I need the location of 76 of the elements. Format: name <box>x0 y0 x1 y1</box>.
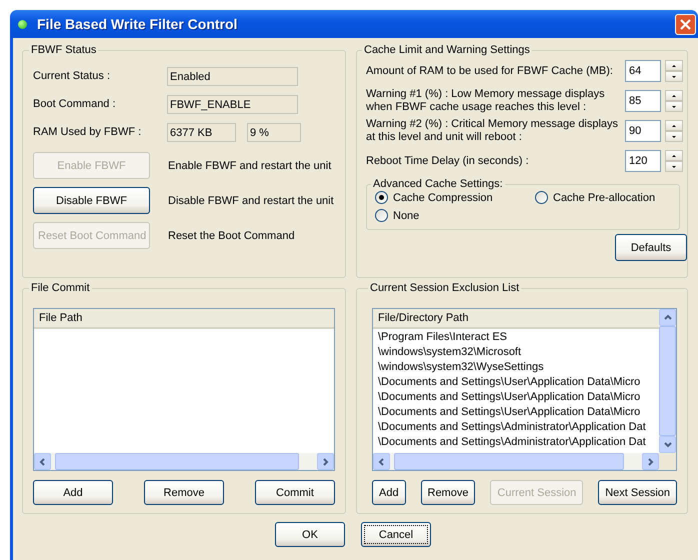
setting-label: Reboot Time Delay (in seconds) : <box>366 154 530 168</box>
radio-label: None <box>393 210 420 222</box>
scroll-up-button[interactable] <box>659 309 676 326</box>
number-field[interactable]: 85 <box>625 90 661 112</box>
button-description: Reset the Boot Command <box>168 230 295 242</box>
list-item[interactable]: \windows\system32\WyseSettings <box>373 360 659 375</box>
list-item[interactable]: \Documents and Settings\User\Application Data\Micro <box>373 375 659 390</box>
button[interactable]: OK <box>275 522 345 547</box>
setting-label: Amount of RAM to be used for FBWF Cache (MB): <box>366 64 614 78</box>
group-title: Current Session Exclusion List <box>369 282 520 294</box>
scroll-right-button[interactable] <box>317 453 334 470</box>
spin-down-button[interactable] <box>665 71 683 82</box>
button[interactable]: Disable FBWF <box>33 187 150 214</box>
spin-down-button[interactable] <box>665 101 683 112</box>
spin-up-button[interactable] <box>665 60 683 71</box>
group-title: Cache Limit and Warning Settings <box>363 44 531 56</box>
column-header[interactable]: File Path <box>34 309 334 329</box>
scrollbar-thumb[interactable] <box>659 326 676 436</box>
list-item[interactable]: \windows\system32\Microsoft <box>373 345 659 360</box>
number-field[interactable]: 90 <box>625 120 661 142</box>
button[interactable]: Commit <box>255 480 335 505</box>
close-icon <box>680 18 691 30</box>
radio-label: Cache Compression <box>393 192 493 204</box>
radio-button[interactable] <box>375 209 388 222</box>
list-item[interactable]: \Documents and Settings\Administrator\Application Dat <box>373 420 659 435</box>
button-description: Enable FBWF and restart the unit <box>168 160 332 172</box>
read-only-field: FBWF_ENABLE <box>167 94 298 114</box>
button-description: Disable FBWF and restart the unit <box>168 194 334 206</box>
list-item[interactable]: \Program Files\Interact ES <box>373 330 659 345</box>
list-view[interactable] <box>372 308 677 471</box>
read-only-field: 9 % <box>247 122 301 142</box>
radio-button[interactable] <box>535 191 548 204</box>
read-only-field: 6377 KB <box>167 122 236 142</box>
read-only-field: Enabled <box>167 66 298 86</box>
number-field[interactable]: 64 <box>625 60 661 82</box>
scrollbar-thumb[interactable] <box>394 453 624 470</box>
button[interactable]: Remove <box>420 480 476 505</box>
column-header[interactable]: File/Directory Path <box>373 309 659 329</box>
setting-label: Warning #1 (%) : Low Memory message displays when FBWF cache usage reaches this level : <box>366 88 606 114</box>
setting-label: Warning #2 (%) : Critical Memory message displays at this level and unit will reboot : <box>366 118 620 144</box>
field-label: Boot Command : <box>33 98 117 110</box>
scrollbar-thumb[interactable] <box>55 453 299 470</box>
scrollbar-corner <box>659 453 676 470</box>
button[interactable]: Defaults <box>615 234 687 261</box>
scroll-left-button[interactable] <box>373 453 390 470</box>
list-item[interactable]: \Documents and Settings\User\Application Data\Micro <box>373 405 659 420</box>
window-title: File Based Write Filter Control <box>37 16 238 32</box>
button[interactable]: Remove <box>144 480 224 505</box>
list-item[interactable]: \Documents and Settings\Administrator\Application Dat <box>373 435 659 450</box>
spin-up-button[interactable] <box>665 120 683 131</box>
group-title: FBWF Status <box>30 44 98 56</box>
button[interactable]: Cancel <box>361 522 431 547</box>
close-button[interactable] <box>675 14 696 34</box>
radio-button[interactable] <box>375 191 388 204</box>
group-title: File Commit <box>30 282 91 294</box>
horizontal-scrollbar[interactable] <box>34 453 334 470</box>
field-label: RAM Used by FBWF : <box>33 126 142 138</box>
list-item[interactable]: \Documents and Settings\User\Application Data\Micro <box>373 390 659 405</box>
scroll-right-button[interactable] <box>642 453 659 470</box>
group-title: Advanced Cache Settings: <box>372 178 504 190</box>
button[interactable]: Add <box>33 480 113 505</box>
spin-up-button[interactable] <box>665 150 683 161</box>
status-dot-icon <box>18 20 27 28</box>
spin-down-button[interactable] <box>665 131 683 142</box>
scroll-down-button[interactable] <box>659 436 676 453</box>
field-label: Current Status : <box>33 70 112 82</box>
list-view[interactable]: File Path <box>33 308 335 471</box>
spin-down-button[interactable] <box>665 161 683 172</box>
button[interactable]: Add <box>372 480 406 505</box>
vertical-scrollbar[interactable] <box>659 309 676 453</box>
spin-up-button[interactable] <box>665 90 683 101</box>
number-field[interactable]: 120 <box>625 150 661 172</box>
horizontal-scrollbar[interactable] <box>373 453 659 470</box>
button[interactable]: Next Session <box>598 480 677 505</box>
radio-label: Cache Pre-allocation <box>553 192 656 204</box>
scroll-left-button[interactable] <box>34 453 51 470</box>
